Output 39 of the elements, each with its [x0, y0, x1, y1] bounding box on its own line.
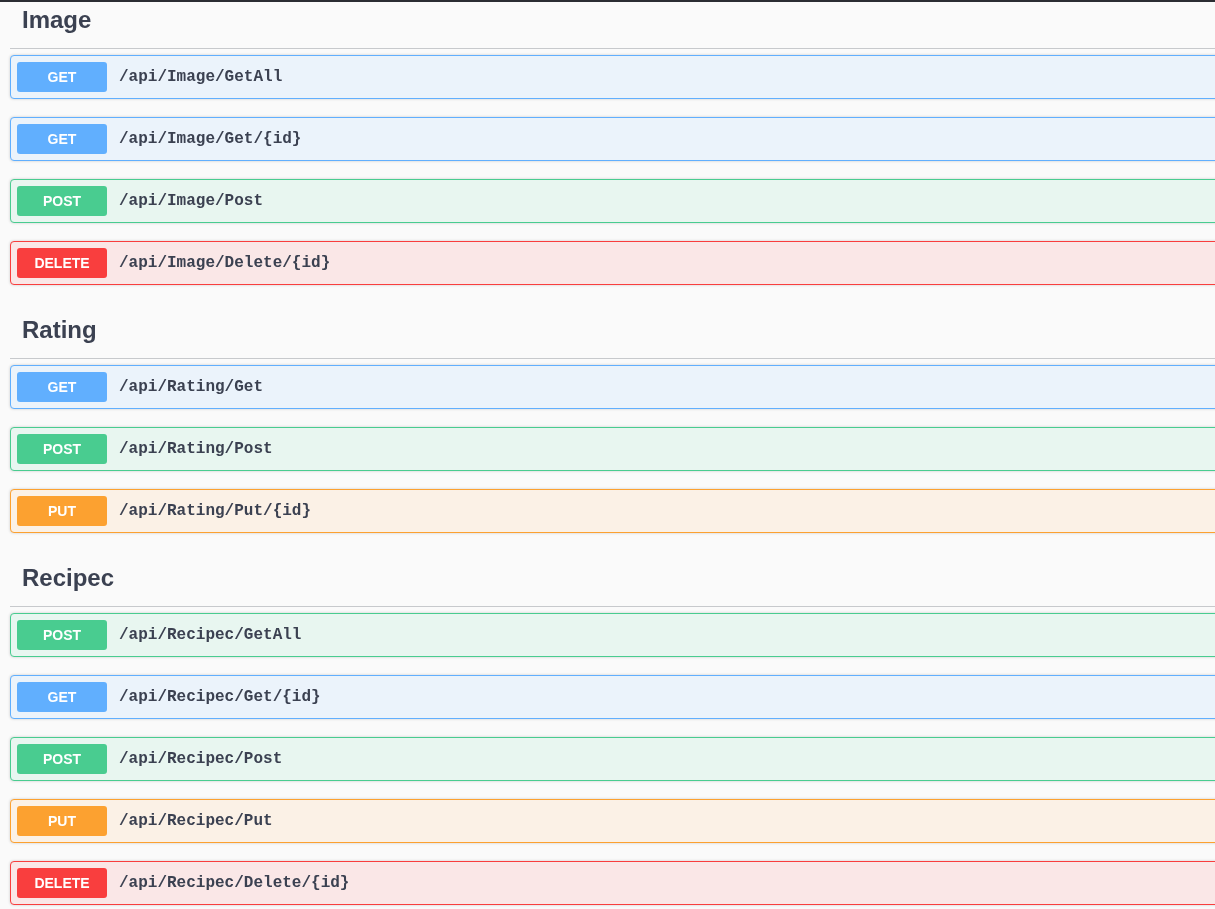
- method-badge: PUT: [17, 496, 107, 526]
- method-badge: GET: [17, 62, 107, 92]
- section-heading: Rating: [22, 316, 97, 344]
- endpoint-path: /api/Recipec/Put: [119, 811, 273, 832]
- endpoint-row[interactable]: PUT /api/Rating/Put/{id}: [10, 489, 1215, 533]
- endpoint-row[interactable]: GET /api/Image/GetAll: [10, 55, 1215, 99]
- endpoint-path: /api/Recipec/GetAll: [119, 625, 302, 646]
- method-badge: DELETE: [17, 248, 107, 278]
- endpoint-path: /api/Rating/Post: [119, 439, 273, 460]
- method-badge: POST: [17, 620, 107, 650]
- endpoint-path: /api/Recipec/Get/{id}: [119, 687, 321, 708]
- section-heading: Image: [22, 6, 92, 34]
- endpoint-path: /api/Image/Post: [119, 191, 264, 212]
- method-badge: POST: [17, 186, 107, 216]
- endpoint-row[interactable]: POST /api/Rating/Post: [10, 427, 1215, 471]
- method-badge: GET: [17, 682, 107, 712]
- endpoint-path: /api/Image/GetAll: [119, 67, 283, 88]
- section-heading: Recipec: [22, 564, 115, 592]
- endpoint-row[interactable]: GET /api/Recipec/Get/{id}: [10, 675, 1215, 719]
- endpoint-row[interactable]: DELETE /api/Image/Delete/{id}: [10, 241, 1215, 285]
- method-badge: GET: [17, 124, 107, 154]
- endpoint-path: /api/Rating/Put/{id}: [119, 501, 312, 522]
- endpoint-path: /api/Recipec/Delete/{id}: [119, 873, 350, 894]
- endpoint-row[interactable]: GET /api/Image/Get/{id}: [10, 117, 1215, 161]
- endpoint-row[interactable]: DELETE /api/Recipec/Delete/{id}: [10, 861, 1215, 905]
- method-badge: POST: [17, 434, 107, 464]
- endpoint-path: /api/Rating/Get: [119, 377, 264, 398]
- method-badge: GET: [17, 372, 107, 402]
- endpoint-path: /api/Image/Delete/{id}: [119, 253, 331, 274]
- endpoint-row[interactable]: PUT /api/Recipec/Put: [10, 799, 1215, 843]
- endpoint-row[interactable]: POST /api/Recipec/Post: [10, 737, 1215, 781]
- endpoint-path: /api/Recipec/Post: [119, 749, 283, 770]
- method-badge: POST: [17, 744, 107, 774]
- method-badge: DELETE: [17, 868, 107, 898]
- endpoint-path: /api/Image/Get/{id}: [119, 129, 302, 150]
- method-badge: PUT: [17, 806, 107, 836]
- endpoint-row[interactable]: POST /api/Image/Post: [10, 179, 1215, 223]
- endpoint-row[interactable]: GET /api/Rating/Get: [10, 365, 1215, 409]
- endpoint-row[interactable]: POST /api/Recipec/GetAll: [10, 613, 1215, 657]
